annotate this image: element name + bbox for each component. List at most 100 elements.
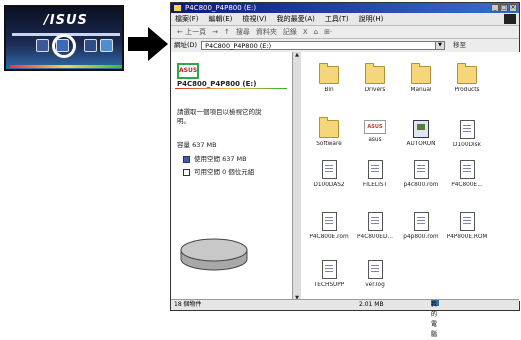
file-item[interactable]: Software	[307, 117, 351, 147]
right-arrow-icon	[128, 27, 168, 61]
close-button[interactable]: ×	[509, 4, 517, 12]
file-item[interactable]: P4C800E...	[445, 160, 489, 188]
address-bar: 網址(D) P4C800_P4P800 (E:) ▼ 移至	[171, 39, 519, 53]
free-legend-icon	[183, 168, 190, 176]
document-icon	[459, 160, 475, 179]
file-item[interactable]: p4c800.rom	[399, 160, 443, 188]
explorer-window: P4C800_P4P800 (E:) _ □ × 檔案(F) 編輯(E) 檢視(…	[170, 2, 521, 338]
menu-help[interactable]: 說明(H)	[359, 13, 384, 25]
file-item[interactable]: D100DAS2	[307, 160, 351, 188]
thumbnail-button	[100, 39, 113, 52]
divider	[175, 88, 287, 89]
file-name: Manual	[410, 87, 432, 93]
file-name: Drivers	[364, 87, 386, 93]
file-name: Products	[454, 87, 480, 93]
document-icon	[321, 260, 337, 279]
go-button[interactable]: 移至	[453, 39, 466, 52]
file-item[interactable]: TECHSUPP	[307, 260, 351, 288]
home-button[interactable]: ⌂	[314, 26, 318, 38]
file-item[interactable]: AUTORUN	[399, 120, 443, 147]
file-item[interactable]: Manual	[399, 63, 443, 93]
highlight-circle	[52, 34, 76, 58]
file-item[interactable]: D100Disk	[445, 120, 489, 148]
document-icon	[459, 120, 475, 139]
file-name: TECHSUPP	[313, 282, 345, 288]
views-button[interactable]: ⊞·	[324, 26, 332, 38]
document-icon	[321, 160, 337, 179]
file-item[interactable]: Products	[445, 63, 489, 93]
title-bar: P4C800_P4P800 (E:) _ □ ×	[171, 3, 519, 13]
chevron-down-icon[interactable]: ▼	[435, 42, 445, 49]
folders-button[interactable]: 資料夾	[256, 26, 277, 38]
vertical-scrollbar[interactable]: ▲ ▼	[292, 52, 301, 301]
window-title: P4C800_P4P800 (E:)	[185, 4, 257, 12]
disk-usage-pie-icon	[180, 238, 248, 271]
toolbar: ← 上一頁 → ↑ 搜尋 資料夾 記錄 X ⌂ ⊞·	[171, 26, 519, 39]
file-item[interactable]: FILELIST	[353, 160, 397, 188]
menu-favorites[interactable]: 我的最愛(A)	[277, 13, 315, 25]
file-name: P4C800E...	[451, 182, 483, 188]
back-button[interactable]: ← 上一頁	[177, 26, 206, 38]
document-icon	[459, 212, 475, 231]
file-item[interactable]: ver.log	[353, 260, 397, 288]
document-icon	[367, 260, 383, 279]
maximize-button[interactable]: □	[500, 4, 508, 12]
thumbnail-button	[36, 39, 49, 52]
up-button[interactable]: ↑	[224, 26, 230, 38]
file-name: P4C800E.rom	[309, 234, 349, 240]
used-space: 使用空間 637 MB	[183, 153, 247, 163]
document-icon	[321, 212, 337, 231]
info-pane: ASUS P4C800_P4P800 (E:) 請選取一個項目以檢視它的說 明。…	[171, 52, 292, 301]
address-input[interactable]: P4C800_P4P800 (E:) ▼	[201, 41, 446, 50]
file-name: Software	[316, 141, 342, 147]
cd-drive-icon: ASUS	[177, 63, 199, 79]
menu-file[interactable]: 檔案(F)	[175, 13, 199, 25]
folder-icon	[319, 63, 339, 84]
document-icon	[367, 160, 383, 179]
history-button[interactable]: 記錄	[283, 26, 297, 38]
location-text: 我的電腦	[431, 301, 438, 338]
object-count: 18 個物件	[174, 301, 202, 308]
file-item[interactable]: Drivers	[353, 63, 397, 93]
search-button[interactable]: 搜尋	[236, 26, 250, 38]
status-bar: 18 個物件 2.01 MB 我的電腦	[171, 299, 519, 338]
folder-icon	[457, 63, 477, 84]
file-name: p4c800.rom	[403, 182, 439, 188]
delete-button[interactable]: X	[303, 26, 308, 38]
file-list: Bin Drivers Manual Products Software ASUS asus…	[301, 52, 521, 301]
file-item[interactable]: p4p800.rom	[399, 212, 443, 240]
application-icon	[413, 120, 429, 138]
file-name: ver.log	[365, 282, 385, 288]
file-name: p4p800.rom	[403, 234, 439, 240]
file-name: P4P800E.ROM	[446, 234, 488, 240]
file-name: asus	[368, 137, 382, 143]
hint-text: 明。	[177, 117, 190, 125]
address-value: P4C800_P4P800 (E:)	[205, 42, 272, 50]
windows-logo-icon	[504, 14, 516, 24]
address-label: 網址(D)	[174, 41, 198, 49]
document-icon	[413, 160, 429, 179]
file-name: AUTORUN	[406, 141, 436, 147]
drive-icon	[174, 5, 181, 11]
menu-tools[interactable]: 工具(T)	[325, 13, 349, 25]
asus-autorun-thumbnail: /ISUS	[4, 5, 124, 71]
menu-view[interactable]: 檢視(V)	[242, 13, 266, 25]
window-controls: _ □ ×	[491, 4, 517, 12]
file-item[interactable]: P4C800E.rom	[307, 212, 351, 240]
total-size: 2.01 MB	[359, 301, 384, 308]
file-name: FILELIST	[362, 182, 388, 188]
file-name: D100DAS2	[313, 182, 345, 188]
used-space-label: 使用空間 637 MB	[194, 155, 247, 163]
forward-button[interactable]: →	[212, 26, 218, 38]
minimize-button[interactable]: _	[491, 4, 499, 12]
file-item[interactable]: Bin	[307, 63, 351, 93]
file-item[interactable]: ASUS asus	[353, 120, 397, 143]
menu-edit[interactable]: 編輯(E)	[209, 13, 233, 25]
scroll-up-icon[interactable]: ▲	[293, 52, 301, 58]
file-item[interactable]: P4C800ED...	[353, 212, 397, 240]
document-icon	[413, 212, 429, 231]
file-item[interactable]: P4P800E.ROM	[445, 212, 489, 240]
folder-icon	[365, 63, 385, 84]
file-name: P4C800ED...	[357, 234, 393, 240]
document-icon	[367, 212, 383, 231]
